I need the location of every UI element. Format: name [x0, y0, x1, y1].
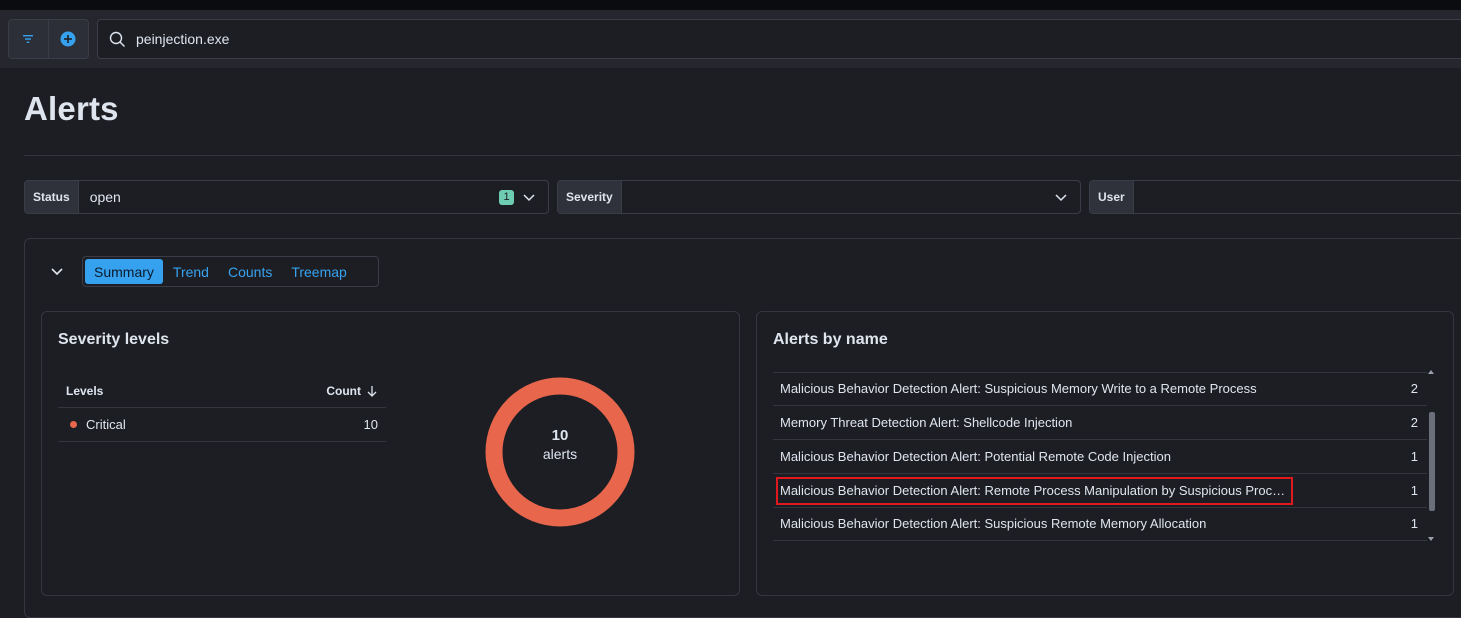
search-query-text[interactable]: peinjection.exe [136, 31, 229, 47]
filter-icon [23, 35, 34, 43]
alert-row[interactable]: Malicious Behavior Detection Alert: Susp… [773, 372, 1427, 406]
alert-count: 1 [1410, 449, 1418, 464]
severity-filter[interactable]: Severity [557, 180, 1081, 214]
severity-filter-label: Severity [558, 181, 622, 213]
severity-levels-title: Severity levels [58, 331, 170, 348]
arrow-down-icon [367, 385, 377, 397]
status-filter-value[interactable]: open [79, 189, 499, 205]
tab-treemap[interactable]: Treemap [282, 259, 356, 284]
alerts-by-name-title: Alerts by name [773, 331, 888, 348]
add-filter-button[interactable] [49, 20, 89, 58]
title-divider [24, 155, 1461, 156]
count-column-header[interactable]: Count [326, 384, 378, 398]
tab-summary[interactable]: Summary [85, 259, 163, 284]
user-filter[interactable]: User [1089, 180, 1461, 214]
alerts-list-scrollbar[interactable] [1429, 412, 1435, 511]
collapse-panel-button[interactable] [48, 262, 66, 280]
window-top-strip [0, 0, 1461, 10]
count-column-label: Count [326, 383, 361, 398]
severity-count: 10 [363, 417, 378, 432]
alert-row[interactable]: Memory Threat Detection Alert: Shellcode… [773, 406, 1427, 440]
severity-table-header: Levels Count [58, 374, 386, 408]
donut-total: 10 [551, 427, 569, 444]
severity-level-cell: Critical [70, 417, 126, 432]
search-input[interactable]: peinjection.exe [97, 19, 1461, 59]
alert-name: Malicious Behavior Detection Alert: Susp… [780, 381, 1257, 396]
query-bar: peinjection.exe [0, 10, 1461, 68]
status-filter[interactable]: Status open 1 [24, 180, 549, 214]
status-filter-count-badge: 1 [499, 189, 514, 205]
alert-name: Malicious Behavior Detection Alert: Pote… [780, 449, 1171, 464]
levels-column-header[interactable]: Levels [66, 384, 103, 398]
alert-count: 1 [1410, 483, 1418, 498]
alert-name: Memory Threat Detection Alert: Shellcode… [780, 415, 1073, 430]
severity-row-critical[interactable]: Critical 10 [58, 408, 386, 442]
user-filter-label: User [1090, 181, 1134, 213]
tab-counts[interactable]: Counts [219, 259, 281, 284]
chevron-down-icon[interactable] [522, 181, 544, 213]
scroll-down-icon[interactable] [1428, 537, 1434, 541]
alert-count: 1 [1410, 516, 1418, 531]
scroll-up-icon[interactable] [1428, 370, 1434, 374]
query-actions-group [8, 19, 89, 59]
plus-circle-icon [60, 31, 76, 47]
alert-count: 2 [1410, 415, 1418, 430]
alert-count: 2 [1410, 381, 1418, 396]
tab-trend[interactable]: Trend [164, 259, 218, 284]
highlighted-row-outline [776, 477, 1293, 505]
chevron-down-icon [51, 268, 63, 276]
alert-row[interactable]: Malicious Behavior Detection Alert: Susp… [773, 507, 1427, 541]
search-icon [109, 31, 125, 47]
view-tabs: Summary Trend Counts Treemap [82, 256, 379, 287]
page-title: Alerts [24, 90, 119, 127]
chevron-down-icon[interactable] [1054, 181, 1076, 213]
critical-color-dot [70, 421, 77, 428]
status-filter-label: Status [25, 181, 79, 213]
alert-name: Malicious Behavior Detection Alert: Susp… [780, 516, 1207, 531]
filter-menu-button[interactable] [9, 20, 49, 58]
alert-row[interactable]: Malicious Behavior Detection Alert: Pote… [773, 440, 1427, 474]
severity-level-label: Critical [86, 417, 126, 432]
donut-label: alerts [542, 446, 578, 462]
